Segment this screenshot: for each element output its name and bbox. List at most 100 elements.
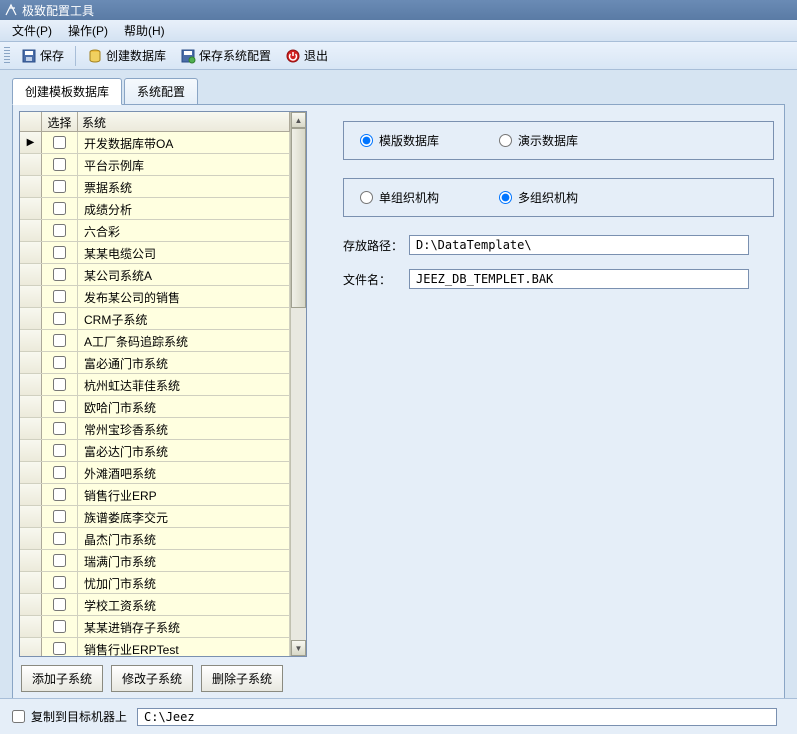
scroll-up-arrow-icon[interactable]: ▲ [291, 112, 306, 128]
row-system-cell[interactable]: 发布某公司的销售 [78, 286, 290, 307]
row-system-cell[interactable]: 某公司系统A [78, 264, 290, 285]
row-checkbox[interactable] [53, 642, 66, 655]
table-row[interactable]: 富必达门市系统 [20, 440, 290, 462]
table-row[interactable]: 票据系统 [20, 176, 290, 198]
row-header[interactable] [20, 638, 42, 656]
menu-help[interactable]: 帮助(H) [116, 20, 173, 41]
save-button[interactable]: 保存 [14, 44, 71, 67]
radio-single-org-input[interactable] [360, 191, 373, 204]
tab-create-template-db[interactable]: 创建模板数据库 [12, 78, 122, 105]
row-checkbox[interactable] [53, 334, 66, 347]
table-row[interactable]: 某某电缆公司 [20, 242, 290, 264]
row-system-cell[interactable]: 平台示例库 [78, 154, 290, 175]
row-system-cell[interactable]: 富必达门市系统 [78, 440, 290, 461]
row-system-cell[interactable]: 族谱娄底李交元 [78, 506, 290, 527]
table-row[interactable]: 欧哈门市系统 [20, 396, 290, 418]
row-header[interactable] [20, 176, 42, 197]
row-system-cell[interactable]: 某某进销存子系统 [78, 616, 290, 637]
row-header[interactable] [20, 506, 42, 527]
row-header[interactable] [20, 220, 42, 241]
row-system-cell[interactable]: 开发数据库带OA [78, 132, 290, 153]
row-system-cell[interactable]: 外滩酒吧系统 [78, 462, 290, 483]
row-system-cell[interactable]: 学校工资系统 [78, 594, 290, 615]
add-subsystem-button[interactable]: 添加子系统 [21, 665, 103, 692]
row-checkbox[interactable] [53, 378, 66, 391]
row-header[interactable] [20, 242, 42, 263]
table-row[interactable]: 外滩酒吧系统 [20, 462, 290, 484]
menu-operate[interactable]: 操作(P) [60, 20, 116, 41]
row-checkbox[interactable] [53, 400, 66, 413]
row-checkbox[interactable] [53, 466, 66, 479]
row-header[interactable] [20, 286, 42, 307]
table-row[interactable]: 晶杰门市系统 [20, 528, 290, 550]
row-checkbox[interactable] [53, 268, 66, 281]
row-system-cell[interactable]: 销售行业ERP [78, 484, 290, 505]
target-path-input[interactable] [137, 708, 777, 726]
row-system-cell[interactable]: 欧哈门市系统 [78, 396, 290, 417]
row-checkbox[interactable] [53, 356, 66, 369]
edit-subsystem-button[interactable]: 修改子系统 [111, 665, 193, 692]
row-system-cell[interactable]: 成绩分析 [78, 198, 290, 219]
row-header[interactable] [20, 396, 42, 417]
table-row[interactable]: 瑞满门市系统 [20, 550, 290, 572]
row-system-cell[interactable]: 票据系统 [78, 176, 290, 197]
row-checkbox[interactable] [53, 488, 66, 501]
row-header[interactable]: ▶ [20, 132, 42, 153]
row-checkbox[interactable] [53, 290, 66, 303]
row-checkbox[interactable] [53, 158, 66, 171]
table-row[interactable]: ▶ 开发数据库带OA [20, 132, 290, 154]
row-header[interactable] [20, 308, 42, 329]
row-checkbox[interactable] [53, 532, 66, 545]
row-checkbox[interactable] [53, 246, 66, 259]
row-system-cell[interactable]: 忧加门市系统 [78, 572, 290, 593]
row-header[interactable] [20, 352, 42, 373]
radio-demo-db-input[interactable] [499, 134, 512, 147]
row-system-cell[interactable]: 晶杰门市系统 [78, 528, 290, 549]
row-system-cell[interactable]: CRM子系统 [78, 308, 290, 329]
scroll-thumb[interactable] [291, 128, 306, 308]
table-row[interactable]: 学校工资系统 [20, 594, 290, 616]
vertical-scrollbar[interactable]: ▲ ▼ [290, 112, 306, 656]
scroll-down-arrow-icon[interactable]: ▼ [291, 640, 306, 656]
row-checkbox[interactable] [53, 510, 66, 523]
radio-template-db[interactable]: 模版数据库 [360, 132, 439, 149]
row-header[interactable] [20, 198, 42, 219]
table-row[interactable]: CRM子系统 [20, 308, 290, 330]
row-checkbox[interactable] [53, 136, 66, 149]
row-checkbox[interactable] [53, 554, 66, 567]
row-system-cell[interactable]: 常州宝珍香系统 [78, 418, 290, 439]
table-row[interactable]: 某某进销存子系统 [20, 616, 290, 638]
row-header[interactable] [20, 594, 42, 615]
path-input[interactable] [409, 235, 749, 255]
row-header[interactable] [20, 154, 42, 175]
row-header[interactable] [20, 528, 42, 549]
row-system-cell[interactable]: 瑞满门市系统 [78, 550, 290, 571]
radio-demo-db[interactable]: 演示数据库 [499, 132, 578, 149]
radio-multi-org[interactable]: 多组织机构 [499, 189, 578, 206]
copy-checkbox-input[interactable] [12, 710, 25, 723]
row-checkbox[interactable] [53, 312, 66, 325]
row-header[interactable] [20, 572, 42, 593]
row-header[interactable] [20, 330, 42, 351]
row-header[interactable] [20, 550, 42, 571]
table-row[interactable]: 富必通门市系统 [20, 352, 290, 374]
table-row[interactable]: 发布某公司的销售 [20, 286, 290, 308]
row-checkbox[interactable] [53, 576, 66, 589]
row-system-cell[interactable]: A工厂条码追踪系统 [78, 330, 290, 351]
row-header[interactable] [20, 418, 42, 439]
table-row[interactable]: 六合彩 [20, 220, 290, 242]
tab-system-config[interactable]: 系统配置 [124, 78, 198, 104]
row-checkbox[interactable] [53, 422, 66, 435]
table-row[interactable]: 平台示例库 [20, 154, 290, 176]
table-row[interactable]: A工厂条码追踪系统 [20, 330, 290, 352]
row-header[interactable] [20, 616, 42, 637]
save-sys-cfg-button[interactable]: 保存系统配置 [173, 44, 278, 67]
col-header-system[interactable]: 系统 [78, 112, 290, 131]
row-system-cell[interactable]: 富必通门市系统 [78, 352, 290, 373]
table-row[interactable]: 忧加门市系统 [20, 572, 290, 594]
row-checkbox[interactable] [53, 224, 66, 237]
row-system-cell[interactable]: 销售行业ERPTest [78, 638, 290, 656]
row-system-cell[interactable]: 杭州虹达菲佳系统 [78, 374, 290, 395]
radio-single-org[interactable]: 单组织机构 [360, 189, 439, 206]
col-header-select[interactable]: 选择 [42, 112, 78, 131]
